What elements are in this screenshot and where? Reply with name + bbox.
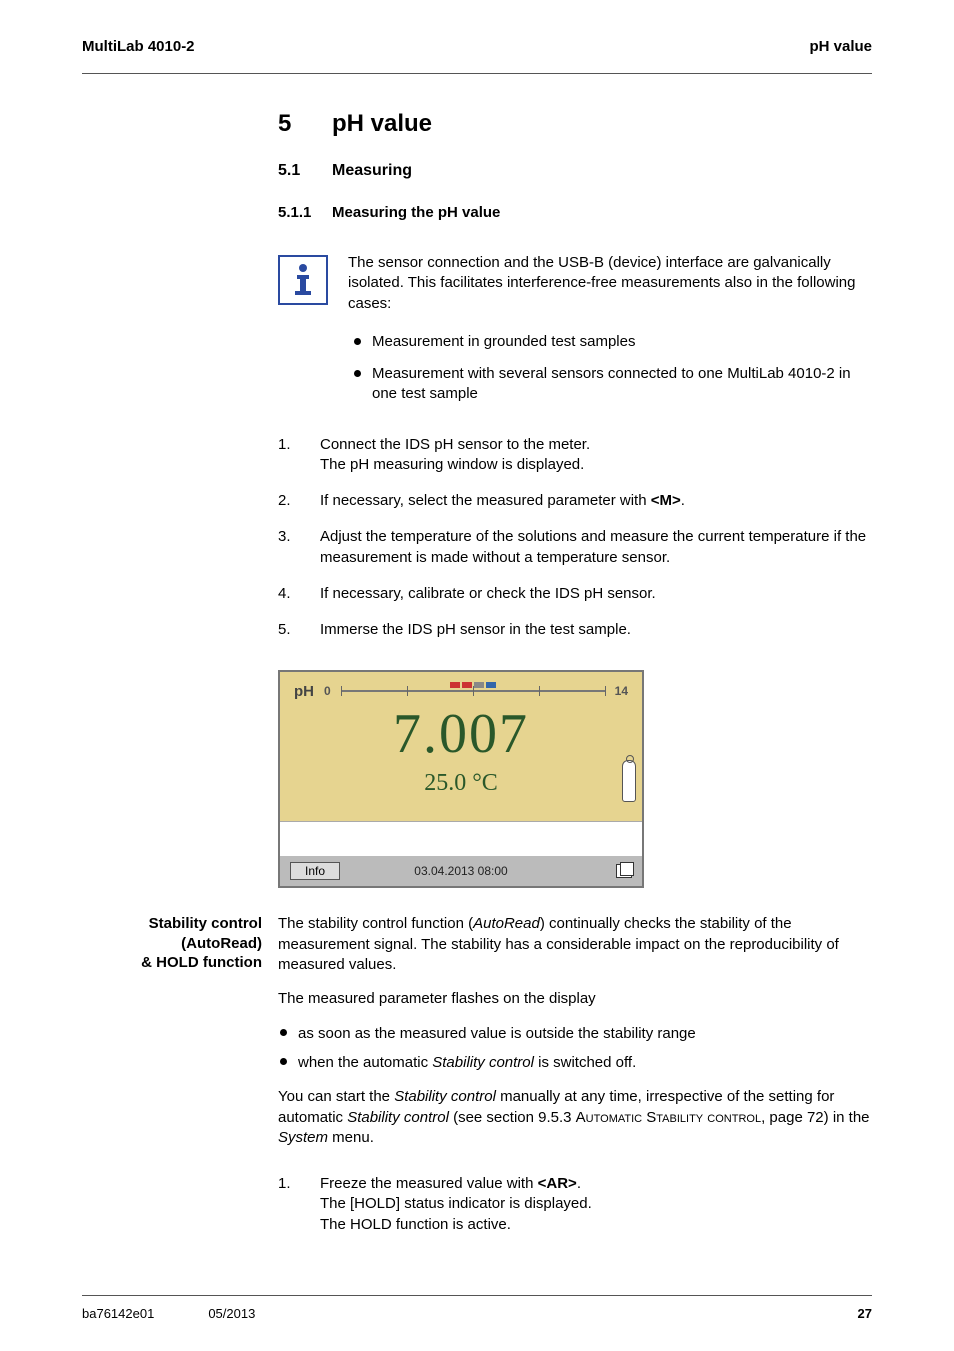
sensor-icon [622,760,636,802]
page-number: 27 [858,1306,872,1321]
subsection-title: Measuring the pH value [332,204,500,221]
info-paragraph: The sensor connection and the USB-B (dev… [348,253,872,314]
step-text: Immerse the IDS pH sensor in the test sa… [320,620,631,640]
page-header: MultiLab 4010-2 pH value [82,38,872,74]
procedure-step: 1. Connect the IDS pH sensor to the mete… [278,435,872,476]
step-text: Adjust the temperature of the solutions … [320,527,872,568]
info-bullet-list: Measurement in grounded test samples Mea… [278,332,872,405]
step-number: 1. [278,435,320,476]
header-right: pH value [809,38,872,55]
info-bullet: Measurement in grounded test samples [354,332,872,352]
doc-date: 05/2013 [208,1306,255,1321]
procedure-list: 1. Connect the IDS pH sensor to the mete… [278,435,872,641]
section-title: Measuring [332,162,412,180]
procedure-step: 5. Immerse the IDS pH sensor in the test… [278,620,872,640]
flash-conditions-list: as soon as the measured value is outside… [278,1023,872,1073]
body-paragraph: The measured parameter flashes on the di… [278,989,872,1009]
section-heading: 5.1 Measuring [278,162,872,180]
scale-min: 0 [324,684,331,698]
info-bullet: Measurement with several sensors connect… [354,364,872,405]
subsection-heading: 5.1.1 Measuring the pH value [278,204,872,221]
storage-icon [616,864,632,878]
ph-label: pH [294,683,314,700]
chapter-number: 5 [278,110,332,138]
step-number: 3. [278,527,320,568]
info-box: The sensor connection and the USB-B (dev… [278,253,872,314]
list-item: when the automatic Stability control is … [278,1052,872,1073]
hold-procedure-list: 1. Freeze the measured value with <AR>. … [278,1174,872,1235]
section-number: 5.1 [278,162,332,180]
step-text: If necessary, calibrate or check the IDS… [320,584,656,604]
info-icon [278,255,328,305]
body-paragraph: The stability control function (AutoRead… [278,914,872,975]
margin-heading: Stability control (AutoRead) & HOLD func… [82,914,278,1251]
procedure-step: 4. If necessary, calibrate or check the … [278,584,872,604]
datetime-display: 03.04.2013 08:00 [414,864,507,878]
chapter-title: pH value [332,110,432,138]
temperature-reading: 25.0 °C [294,770,628,797]
step-number: 1. [278,1174,320,1235]
procedure-step: 1. Freeze the measured value with <AR>. … [278,1174,872,1235]
chapter-heading: 5 pH value [278,110,872,138]
body-paragraph: You can start the Stability control manu… [278,1087,872,1148]
procedure-step: 3. Adjust the temperature of the solutio… [278,527,872,568]
page-footer: ba76142e01 05/2013 27 [82,1295,872,1321]
scale-max: 14 [615,684,628,698]
step-text: Freeze the measured value with <AR>. The… [320,1174,592,1235]
ph-scale [341,686,605,696]
step-number: 2. [278,491,320,511]
header-left: MultiLab 4010-2 [82,38,195,55]
step-number: 5. [278,620,320,640]
step-text: If necessary, select the measured parame… [320,491,685,511]
subsection-number: 5.1.1 [278,204,332,221]
info-softkey[interactable]: Info [290,862,340,880]
step-text: Connect the IDS pH sensor to the meter. … [320,435,590,476]
procedure-step: 2. If necessary, select the measured par… [278,491,872,511]
ph-reading: 7.007 [294,706,628,762]
doc-id: ba76142e01 [82,1306,154,1321]
device-screenshot: pH 0 14 [278,670,872,888]
step-number: 4. [278,584,320,604]
list-item: as soon as the measured value is outside… [278,1023,872,1044]
